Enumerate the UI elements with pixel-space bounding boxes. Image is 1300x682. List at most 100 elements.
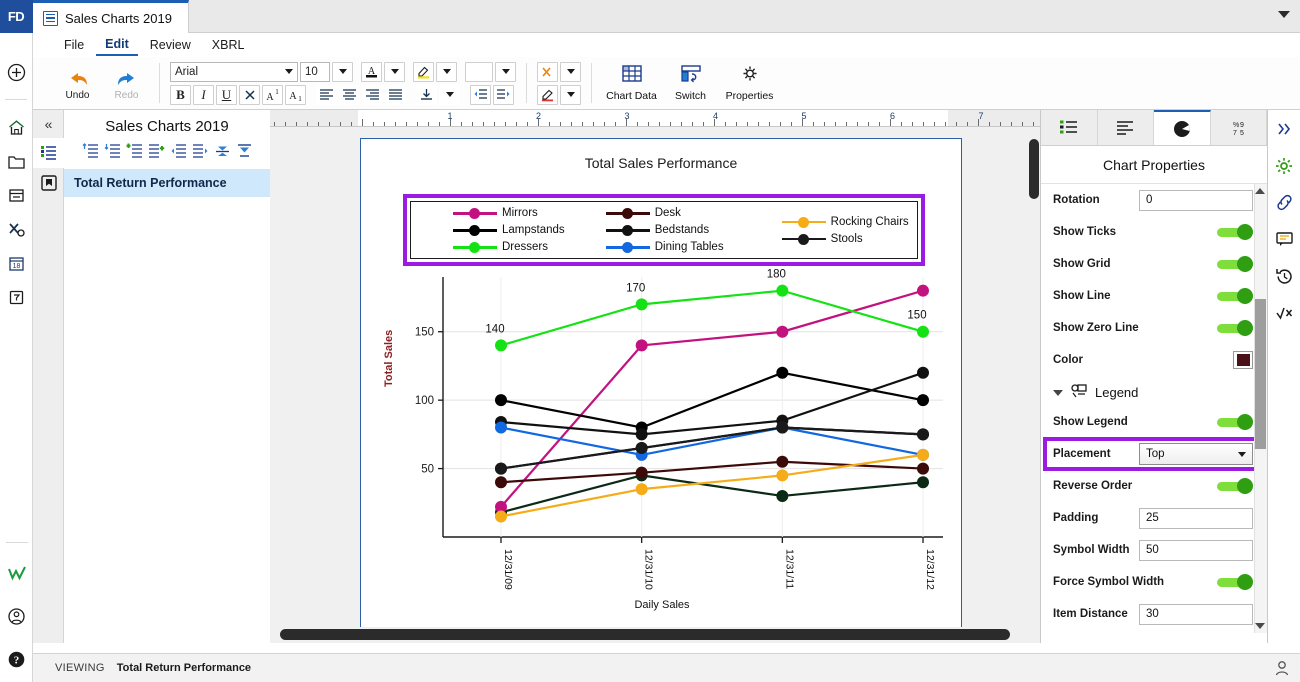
tab-chart-properties[interactable]	[1154, 110, 1211, 145]
vertical-align-dropdown-button[interactable]	[439, 85, 460, 105]
status-user-icon[interactable]	[1273, 659, 1291, 680]
legend-item[interactable]: Mirrors	[453, 207, 606, 219]
legend-item[interactable]: Desk	[606, 207, 782, 219]
font-size-value-box[interactable]: 10	[300, 62, 330, 82]
toggle-switch[interactable]	[1217, 574, 1253, 590]
align-justify-button[interactable]	[385, 85, 406, 105]
data-point[interactable]	[776, 422, 788, 434]
indent-decrease-button[interactable]	[470, 85, 491, 105]
switch-button[interactable]: Switch	[668, 64, 713, 102]
scroll-down-arrow-icon[interactable]	[1255, 623, 1265, 629]
data-point[interactable]	[917, 285, 929, 297]
data-point[interactable]	[917, 367, 929, 379]
tag-icon[interactable]	[0, 280, 33, 314]
item-distance-input[interactable]: 30	[1139, 604, 1253, 625]
toggle-switch[interactable]	[1217, 478, 1253, 494]
data-point[interactable]	[776, 285, 788, 297]
redo-button[interactable]: Redo	[104, 66, 149, 101]
data-point[interactable]	[776, 326, 788, 338]
data-point[interactable]	[636, 428, 648, 440]
menu-item-file[interactable]: File	[55, 35, 93, 55]
add-icon[interactable]	[0, 55, 33, 89]
undo-button[interactable]: Undo	[55, 66, 100, 101]
sidebar-item-total-return-performance[interactable]: Total Return Performance	[64, 169, 270, 197]
clear-format-dropdown-button[interactable]	[560, 62, 581, 82]
font-size-dropdown-button[interactable]	[332, 62, 353, 82]
data-point[interactable]	[917, 394, 929, 406]
strikethrough-button[interactable]	[239, 85, 260, 105]
collapse-all-icon[interactable]	[236, 142, 253, 162]
document-icon[interactable]	[0, 178, 33, 212]
data-point[interactable]	[636, 442, 648, 454]
settings-gear-icon[interactable]	[1268, 147, 1300, 184]
cut-percent-icon[interactable]	[0, 212, 33, 246]
folder-icon[interactable]	[0, 144, 33, 178]
bold-button[interactable]: B	[170, 85, 191, 105]
sidebar-bookmark-tab[interactable]	[33, 168, 64, 198]
insert-below-icon[interactable]	[104, 142, 121, 162]
menu-item-review[interactable]: Review	[141, 35, 200, 55]
chart-legend[interactable]: MirrorsLampstandsDressers DeskBedstandsD…	[410, 201, 918, 259]
toggle-switch[interactable]	[1217, 320, 1253, 336]
home-icon[interactable]	[0, 110, 33, 144]
align-center-button[interactable]	[339, 85, 360, 105]
canvas-vertical-scroll-thumb[interactable]	[1029, 139, 1039, 199]
data-point[interactable]	[636, 483, 648, 495]
insert-above-icon[interactable]	[82, 142, 99, 162]
placement-select[interactable]: Top	[1139, 443, 1253, 465]
align-right-button[interactable]	[362, 85, 383, 105]
calendar-icon[interactable]: 18	[0, 246, 33, 280]
sidebar-outline-tab[interactable]	[33, 138, 64, 168]
user-account-icon[interactable]	[0, 599, 33, 633]
add-item-icon[interactable]	[126, 142, 143, 162]
toggle-switch[interactable]	[1217, 224, 1253, 240]
scroll-up-arrow-icon[interactable]	[1255, 188, 1265, 194]
link-icon[interactable]	[1268, 184, 1300, 221]
rotation-input[interactable]: 0	[1139, 190, 1253, 211]
data-point[interactable]	[495, 476, 507, 488]
tab-outline-properties[interactable]	[1041, 110, 1098, 145]
symbol-width-input[interactable]: 50	[1139, 540, 1253, 561]
data-point[interactable]	[776, 367, 788, 379]
padding-input[interactable]: 25	[1139, 508, 1253, 529]
data-point[interactable]	[495, 394, 507, 406]
indent-icon[interactable]	[192, 142, 209, 162]
highlight-color-button[interactable]	[413, 62, 434, 82]
collapse-sidebar-button[interactable]: «	[33, 110, 64, 138]
toggle-switch[interactable]	[1217, 288, 1253, 304]
data-point[interactable]	[917, 449, 929, 461]
data-point[interactable]	[495, 422, 507, 434]
help-icon[interactable]: ?	[0, 642, 33, 676]
font-color-dropdown-button[interactable]	[384, 62, 405, 82]
indent-increase-button[interactable]	[493, 85, 514, 105]
data-point[interactable]	[495, 510, 507, 522]
properties-button[interactable]: Properties	[727, 64, 772, 102]
formula-clear-icon[interactable]	[1268, 295, 1300, 332]
expand-panel-icon[interactable]	[1268, 110, 1300, 147]
outdent-icon[interactable]	[170, 142, 187, 162]
properties-scroll-thumb[interactable]	[1255, 299, 1266, 449]
toggle-switch[interactable]	[1217, 414, 1253, 430]
data-point[interactable]	[917, 476, 929, 488]
data-point[interactable]	[776, 456, 788, 468]
document-tab[interactable]: Sales Charts 2019	[33, 0, 189, 33]
data-point[interactable]	[776, 469, 788, 481]
legend-item[interactable]: Dining Tables	[606, 241, 782, 253]
tab-text-properties[interactable]	[1098, 110, 1155, 145]
data-point[interactable]	[917, 428, 929, 440]
canvas-horizontal-scrollbar[interactable]	[270, 627, 1028, 643]
legend-item[interactable]: Rocking Chairs	[782, 216, 917, 228]
tab-effects-properties[interactable]: %975	[1211, 110, 1268, 145]
legend-item[interactable]: Bedstands	[606, 224, 782, 236]
italic-button[interactable]: I	[193, 85, 214, 105]
legend-item[interactable]: Stools	[782, 233, 917, 245]
data-point[interactable]	[495, 463, 507, 475]
menu-item-edit[interactable]: Edit	[96, 34, 138, 56]
data-point[interactable]	[495, 339, 507, 351]
canvas-horizontal-scroll-thumb[interactable]	[280, 629, 1010, 640]
checkmark-w-icon[interactable]	[0, 556, 33, 590]
font-family-select[interactable]: Arial	[170, 62, 298, 82]
underline-button[interactable]: U	[216, 85, 237, 105]
highlight-dropdown-button[interactable]	[436, 62, 457, 82]
legend-item[interactable]: Lampstands	[453, 224, 606, 236]
